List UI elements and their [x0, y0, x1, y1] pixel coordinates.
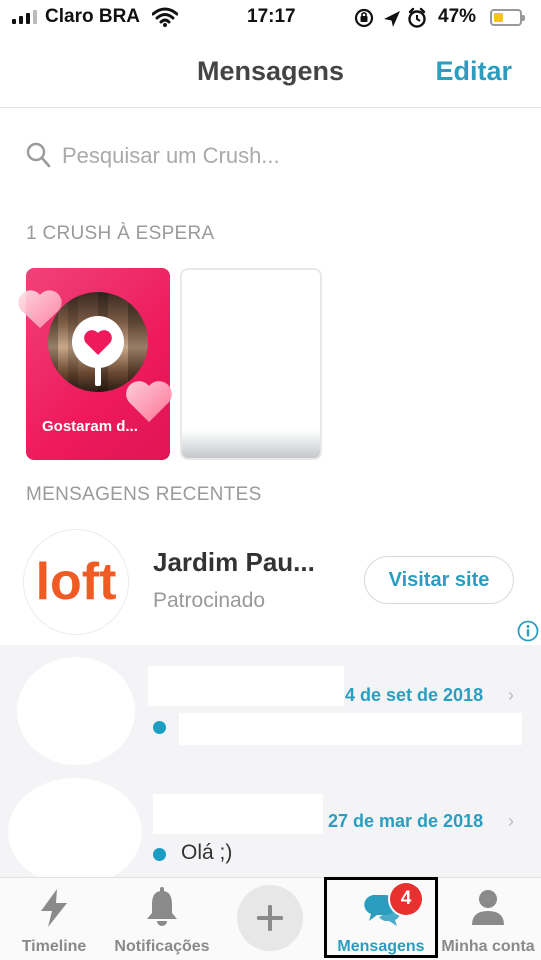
highlight-box — [324, 877, 438, 958]
contact-name-redacted — [148, 666, 344, 706]
unread-dot — [153, 848, 166, 861]
crush-card-placeholder[interactable] — [180, 268, 322, 460]
alarm-icon — [408, 7, 426, 28]
battery-percent: 47% — [438, 6, 477, 27]
carrier-name: Claro BRA — [45, 6, 141, 27]
tab-timeline[interactable]: Timeline — [8, 877, 100, 960]
plus-icon — [257, 905, 283, 931]
chevron-right-icon: › — [508, 685, 514, 705]
tab-label: Timeline — [21, 938, 87, 955]
location-arrow-icon — [384, 11, 400, 27]
status-time: 17:17 — [247, 6, 296, 27]
person-icon — [438, 887, 538, 929]
status-icons — [354, 7, 434, 35]
message-preview: Olá ;) — [181, 841, 233, 864]
wifi-icon — [151, 7, 179, 33]
ad-sponsored-label: Patrocinado — [153, 589, 266, 612]
contact-name-redacted — [153, 794, 323, 834]
battery-icon — [490, 9, 525, 26]
signal-icon — [12, 10, 37, 24]
header-divider — [0, 107, 541, 108]
conversation-date: 27 de mar de 2018 — [328, 811, 484, 831]
chevron-right-icon: › — [508, 811, 514, 831]
loft-logo-text: loft — [36, 553, 117, 611]
conversation-row[interactable]: 4 de set de 2018 › — [0, 645, 541, 770]
heart-pin-icon — [72, 316, 124, 368]
tab-account[interactable]: Minha conta — [438, 877, 538, 960]
search-icon — [26, 142, 52, 175]
battery-level-fill — [494, 13, 504, 22]
rotation-lock-icon — [354, 8, 374, 28]
loft-logo: loft — [24, 530, 128, 634]
edit-button[interactable]: Editar — [435, 56, 512, 87]
status-bar: Claro BRA 17:17 47% — [0, 0, 541, 36]
avatar — [17, 657, 135, 765]
search-input[interactable] — [58, 138, 506, 174]
conversation-date: 4 de set de 2018 — [345, 685, 484, 705]
tab-label: Notificações — [114, 938, 210, 955]
bell-icon — [106, 887, 218, 929]
floating-heart-icon — [124, 378, 174, 429]
tab-notifications[interactable]: Notificações — [106, 877, 218, 960]
conversation-row[interactable]: 27 de mar de 2018 › Olá ;) — [0, 770, 541, 886]
tab-label: Minha conta — [441, 938, 535, 955]
unread-dot — [153, 721, 166, 734]
avatar — [8, 778, 142, 886]
recent-section-label: MENSAGENS RECENTES — [26, 484, 262, 505]
message-preview-redacted — [179, 713, 522, 745]
lightning-icon — [8, 887, 100, 929]
floating-heart-icon — [16, 288, 64, 335]
crush-section-label: 1 CRUSH À ESPERA — [26, 223, 215, 244]
plus-button[interactable] — [237, 885, 303, 951]
visit-site-button[interactable]: Visitar site — [364, 556, 514, 604]
ad-title: Jardim Pau... — [153, 547, 315, 577]
info-icon[interactable] — [517, 620, 539, 647]
